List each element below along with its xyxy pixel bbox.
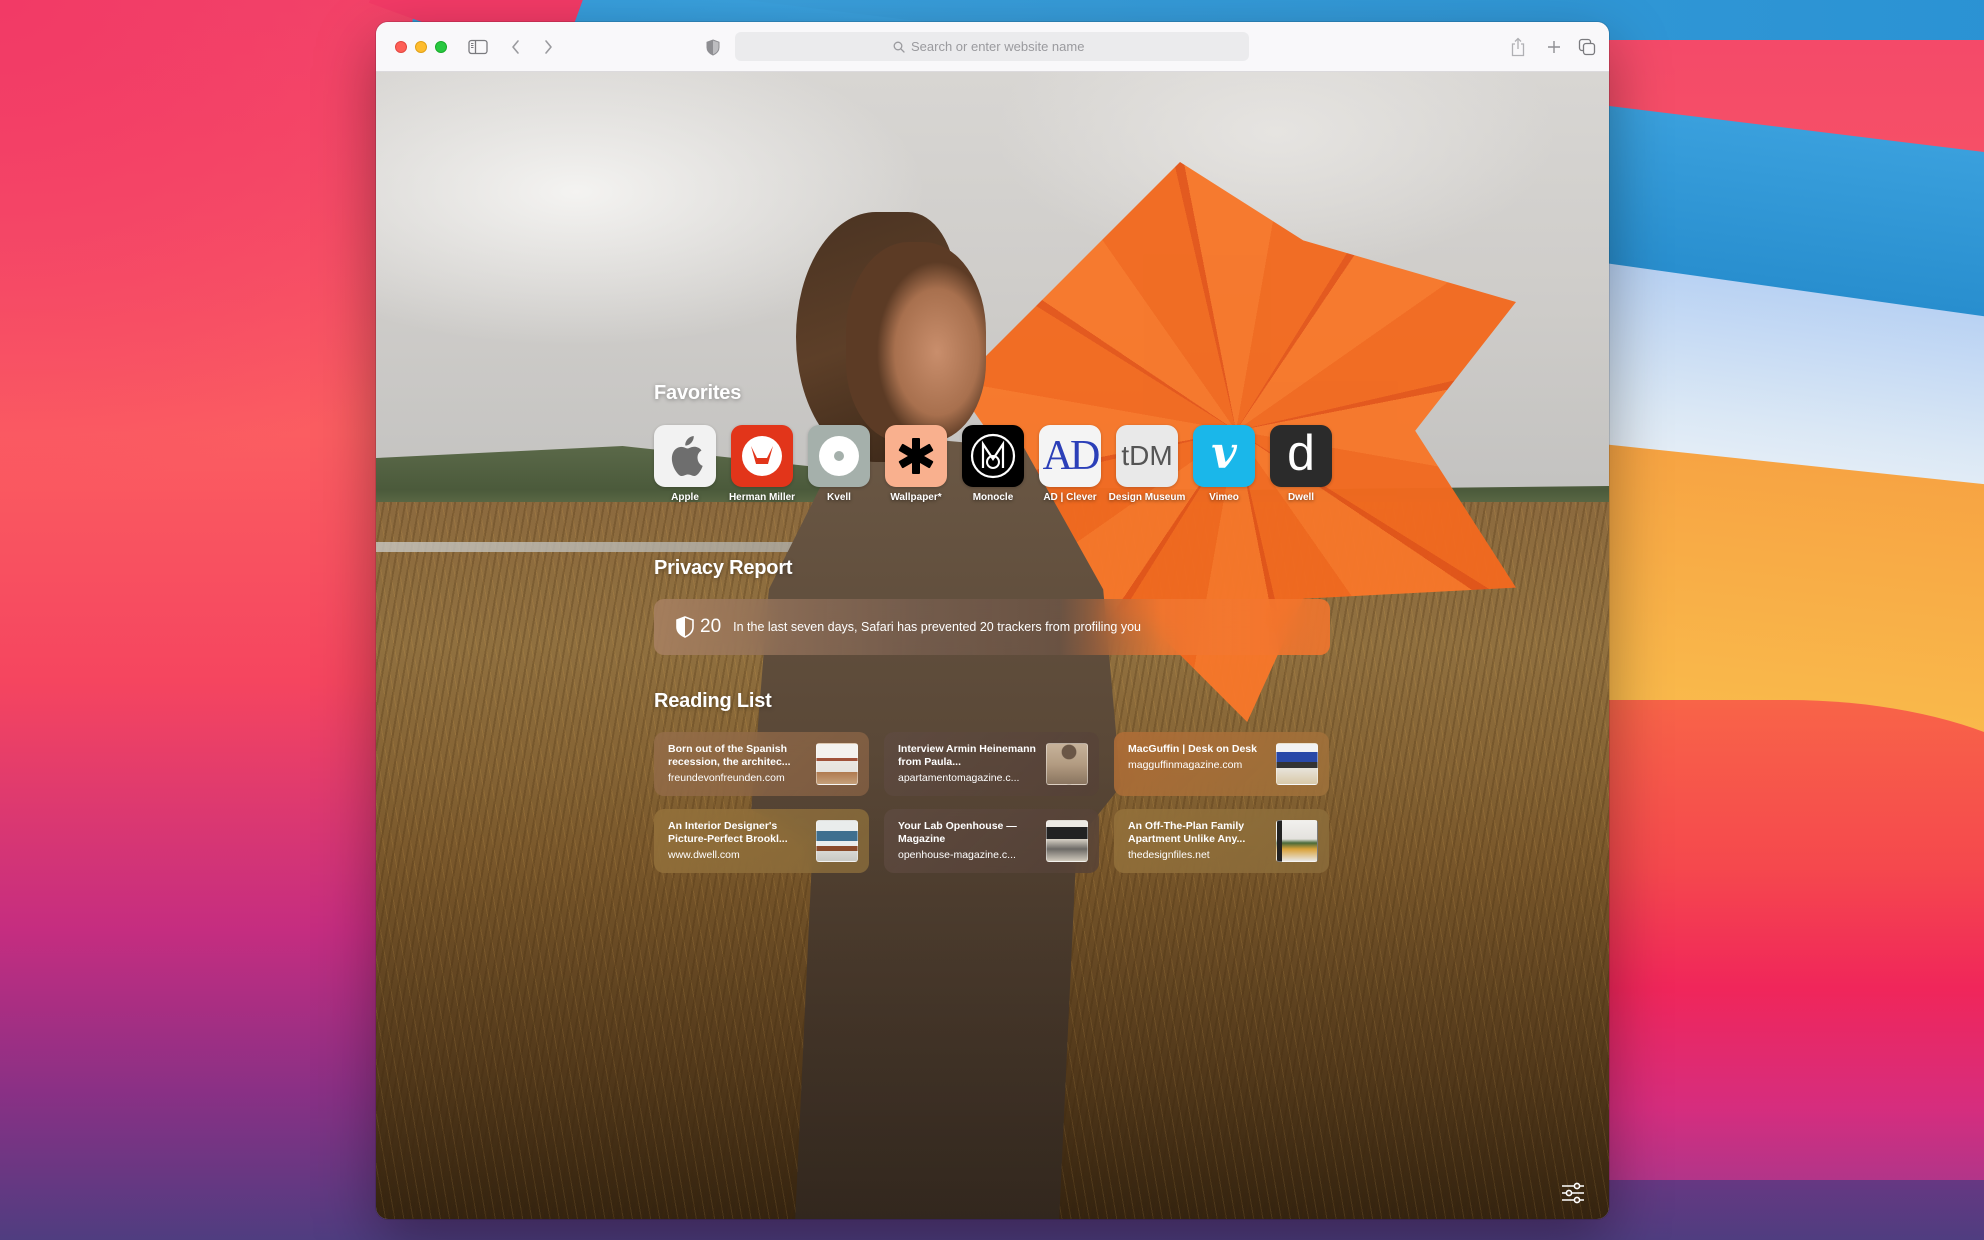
reading-list-item-domain: openhouse-magazine.c... (898, 849, 1016, 861)
favorite-design-museum[interactable]: tDM Design Museum (1109, 425, 1185, 503)
chevron-left-icon (512, 40, 519, 54)
reading-list-thumbnail (816, 743, 858, 785)
favorite-label: AD | Clever (1043, 492, 1097, 503)
zoom-button[interactable] (435, 41, 447, 53)
herman-miller-logo-icon (742, 436, 782, 476)
tracker-count: 20 (700, 616, 722, 637)
reading-list-item-title: Your Lab Openhouse — Magazine (898, 820, 1017, 845)
reading-list-item-domain: magguffinmagazine.com (1128, 759, 1243, 771)
favorite-label: Kvell (827, 492, 851, 503)
tdm-logo-text: tDM (1121, 440, 1173, 471)
favorite-wallpaper[interactable]: Wallpaper* (885, 425, 947, 503)
favorite-label: Monocle (972, 492, 1014, 503)
share-button[interactable] (1506, 35, 1530, 59)
tab-overview-button[interactable] (1575, 35, 1599, 59)
favorite-tile (962, 425, 1024, 487)
reading-list-item[interactable]: Born out of the Spanish recession, the a… (654, 732, 869, 796)
favorite-tile: AD (1039, 425, 1101, 487)
new-tab-button[interactable] (1542, 35, 1566, 59)
reading-list-thumbnail (816, 820, 858, 862)
reading-list-item[interactable]: An Off-The-Plan Family Apartment Unlike … (1114, 809, 1329, 873)
address-input[interactable] (911, 39, 1091, 54)
reading-list-thumbnail (1276, 743, 1318, 785)
toolbar (376, 22, 1609, 72)
favorite-vimeo[interactable]: v Vimeo (1193, 425, 1255, 503)
back-button[interactable] (504, 35, 528, 59)
ad-logo-text: AD (1042, 433, 1101, 479)
dwell-logo-text: d (1287, 425, 1315, 481)
favorite-dwell[interactable]: d Dwell (1270, 425, 1332, 503)
favorite-ad-clever[interactable]: AD AD | Clever (1039, 425, 1101, 503)
reading-list-item-title: An Interior Designer's Picture-Perfect B… (668, 820, 788, 845)
apple-logo-icon (671, 436, 703, 477)
reading-list-item-title: An Off-The-Plan Family Apartment Unlike … (1128, 820, 1246, 845)
reading-list-item[interactable]: An Interior Designer's Picture-Perfect B… (654, 809, 869, 873)
search-icon (893, 41, 905, 53)
reading-list-title: Reading List (654, 690, 772, 712)
favorite-label: Wallpaper* (890, 492, 942, 503)
favorite-label: Vimeo (1209, 492, 1239, 503)
sidebar-icon (468, 39, 488, 55)
reading-list-thumbnail (1046, 820, 1088, 862)
reading-list-item[interactable]: Your Lab Openhouse — Magazine openhouse-… (884, 809, 1099, 873)
asterisk-logo-icon (898, 438, 934, 474)
reading-list-item[interactable]: Interview Armin Heinemann from Paula... … (884, 732, 1099, 796)
plus-icon (1548, 41, 1560, 53)
chevron-right-icon (545, 40, 552, 54)
start-page: Favorites Apple Herman Miller Kvell Wall… (376, 72, 1609, 1219)
reading-list-grid: Born out of the Spanish recession, the a… (654, 732, 1329, 873)
favorite-label: Design Museum (1108, 492, 1186, 503)
reading-list-thumbnail (1046, 743, 1088, 785)
window-controls (395, 41, 447, 53)
reading-list-item-title: Born out of the Spanish recession, the a… (668, 743, 791, 768)
favorite-label: Apple (671, 492, 699, 503)
reading-list-item-domain: www.dwell.com (668, 849, 740, 861)
favorite-kvell[interactable]: Kvell (808, 425, 870, 503)
privacy-report-title: Privacy Report (654, 557, 793, 579)
minimize-button[interactable] (415, 41, 427, 53)
favorite-tile (885, 425, 947, 487)
favorite-apple[interactable]: Apple (654, 425, 716, 503)
kvell-logo-icon (819, 436, 859, 476)
favorite-tile: tDM (1116, 425, 1178, 487)
favorite-label: Herman Miller (728, 492, 796, 503)
reading-list-item-domain: freundevonfreunden.com (668, 772, 785, 784)
forward-button[interactable] (536, 35, 560, 59)
favorite-label: Dwell (1287, 492, 1315, 503)
reading-list-item-title: Interview Armin Heinemann from Paula... (898, 743, 1036, 768)
sliders-icon (1562, 1182, 1584, 1204)
customize-start-page-button[interactable] (1559, 1181, 1587, 1205)
shield-icon (676, 616, 694, 638)
favorite-tile (808, 425, 870, 487)
close-button[interactable] (395, 41, 407, 53)
shield-icon (706, 38, 720, 56)
favorite-tile (731, 425, 793, 487)
vimeo-logo-text: v (1211, 427, 1237, 479)
privacy-report-button[interactable] (701, 35, 725, 59)
sidebar-toggle-button[interactable] (466, 35, 490, 59)
favorite-monocle[interactable]: Monocle (962, 425, 1024, 503)
wallpaper-band-red (1580, 700, 1984, 1180)
reading-list-item-title: MacGuffin | Desk on Desk (1128, 743, 1257, 755)
favorite-tile: d (1270, 425, 1332, 487)
address-bar[interactable] (735, 32, 1249, 61)
favorites-grid: Apple Herman Miller Kvell Wallpaper* Mon… (654, 425, 1332, 503)
safari-window: Favorites Apple (376, 22, 1609, 1219)
share-icon (1511, 37, 1525, 57)
reading-list-item[interactable]: MacGuffin | Desk on Desk magguffinmagazi… (1114, 732, 1329, 796)
favorite-tile (654, 425, 716, 487)
reading-list-item-domain: thedesignfiles.net (1128, 849, 1210, 861)
privacy-report-message: In the last seven days, Safari has preve… (733, 620, 1141, 634)
tab-overview-icon (1578, 38, 1596, 56)
favorite-tile: v (1193, 425, 1255, 487)
monocle-logo-icon (970, 433, 1016, 479)
reading-list-item-domain: apartamentomagazine.c... (898, 772, 1020, 784)
favorites-title: Favorites (654, 382, 742, 404)
reading-list-thumbnail (1276, 820, 1318, 862)
favorite-herman-miller[interactable]: Herman Miller (728, 425, 796, 503)
privacy-report-card[interactable]: 20 In the last seven days, Safari has pr… (654, 599, 1330, 655)
